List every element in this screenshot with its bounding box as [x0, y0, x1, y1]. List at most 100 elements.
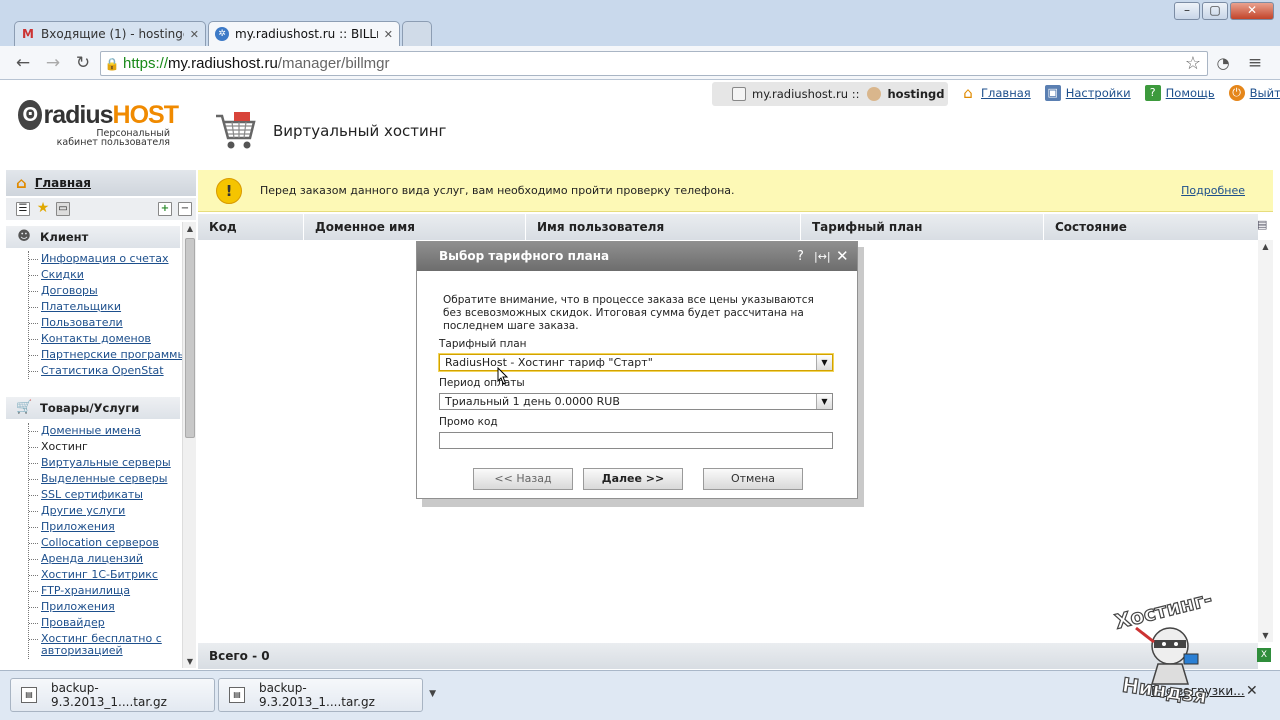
column-domain[interactable]: Доменное имя — [304, 214, 526, 240]
logout-icon: ⏻ — [1228, 85, 1245, 101]
expand-all-icon[interactable]: + — [158, 202, 172, 216]
dialog-header[interactable]: Выбор тарифного плана ? |↔| ✕ — [417, 242, 857, 271]
phone-verification-banner: ! Перед заказом данного вида услуг, вам … — [198, 170, 1273, 212]
nav-logout[interactable]: ⏻ Выйти — [1228, 85, 1280, 101]
sidebar-item-collocation[interactable]: Collocation серверов — [29, 535, 178, 551]
hosting-ninja-watermark: Хостинг- Ниндзя — [1112, 586, 1215, 709]
scroll-up-icon[interactable]: ▲ — [1258, 242, 1273, 251]
sidebar-group-client[interactable]: ☻ Клиент — [6, 226, 180, 248]
period-label: Период оплаты — [439, 377, 525, 389]
download-item[interactable]: ▤ backup-9.3.2013_1....tar.gz ▼ — [218, 678, 436, 712]
new-tab-button[interactable] — [402, 21, 432, 46]
excel-export-icon[interactable]: X — [1257, 648, 1271, 662]
favorites-star-icon[interactable]: ★ — [36, 201, 50, 216]
nav-settings[interactable]: ▣ Настройки — [1044, 85, 1131, 101]
chevron-down-icon[interactable]: ▼ — [816, 355, 832, 370]
sidebar-item-partner-programs[interactable]: Партнерские программы — [29, 347, 186, 363]
sidebar-item-apps[interactable]: Приложения — [29, 519, 178, 535]
radiushost-logo[interactable]: ʘ radius HOST Персональный кабинет пользов… — [18, 100, 179, 154]
column-username[interactable]: Имя пользователя — [526, 214, 801, 240]
sidebar-item-discounts[interactable]: Скидки — [29, 267, 178, 283]
nav-home[interactable]: ⌂ Главная — [960, 85, 1030, 101]
sidebar-home[interactable]: ⌂ Главная — [6, 170, 196, 196]
tab-gmail[interactable]: M Входящие (1) - hostingde ✕ — [14, 21, 206, 46]
cart-icon: 🛒 — [16, 400, 33, 415]
resize-icon[interactable]: |↔| — [814, 242, 831, 271]
scroll-down-icon[interactable]: ▼ — [183, 657, 197, 666]
maximize-icon[interactable]: ▢ — [1202, 2, 1228, 20]
sidebar-item-bitrix[interactable]: Хостинг 1С-Битрикс — [29, 567, 178, 583]
sidebar-item-licenses[interactable]: Аренда лицензий — [29, 551, 178, 567]
promo-code-input[interactable] — [439, 432, 833, 449]
back-button[interactable]: << Назад — [473, 468, 573, 490]
sidebar-item-vps[interactable]: Виртуальные серверы — [29, 455, 178, 471]
cancel-button[interactable]: Отмена — [703, 468, 803, 490]
toolbox-icon[interactable]: ▭ — [56, 202, 70, 216]
user-icon — [867, 87, 882, 101]
sidebar-item-free-hosting[interactable]: Хостинг бесплатно с авторизацией — [29, 631, 178, 659]
address-bar[interactable]: 🔒 https://my.radiushost.ru/manager/billm… — [100, 51, 1208, 76]
sidebar-item-ftp[interactable]: FTP-хранилища — [29, 583, 178, 599]
minimize-icon[interactable]: – — [1174, 2, 1200, 20]
sidebar-item-invoices[interactable]: Информация о счетах — [29, 251, 178, 267]
warning-icon: ! — [216, 177, 242, 204]
sidebar-item-hosting[interactable]: Хостинг — [29, 439, 178, 455]
close-icon[interactable]: ✕ — [1246, 683, 1258, 699]
sidebar-scrollbar[interactable]: ▲ ▼ — [182, 222, 196, 668]
table-settings-icon[interactable]: ▤ — [1257, 218, 1271, 234]
close-icon[interactable]: ✕ — [836, 242, 849, 271]
downloads-bar: ▤ backup-9.3.2013_1....tar.gz ▼ ▤ backup… — [0, 670, 1280, 720]
collapse-all-icon[interactable]: − — [178, 202, 192, 216]
logo-accent: HOST — [112, 100, 179, 129]
list-view-icon[interactable]: ☰ — [16, 202, 30, 216]
nav-logout-label: Выйти — [1249, 86, 1280, 100]
reload-icon[interactable]: ↻ — [72, 52, 94, 74]
page-title: Виртуальный хостинг — [273, 122, 447, 140]
window-close-icon[interactable]: ✕ — [1230, 2, 1274, 20]
nav-help[interactable]: ? Помощь — [1144, 85, 1215, 101]
sidebar-item-provider[interactable]: Провайдер — [29, 615, 178, 631]
logo-sub-2: кабинет пользователя — [56, 137, 170, 148]
tariff-plan-dialog: Выбор тарифного плана ? |↔| ✕ Обратите в… — [416, 241, 858, 499]
period-select[interactable]: Триальный 1 день 0.0000 RUB ▼ — [439, 393, 833, 410]
sidebar-item-apps-2[interactable]: Приложения — [29, 599, 178, 615]
mouse-cursor-icon — [497, 367, 509, 385]
top-nav: ⌂ Главная ▣ Настройки ? Помощь ⏻ Выйти — [960, 85, 1280, 101]
sidebar-item-contracts[interactable]: Договоры — [29, 283, 178, 299]
sidebar-item-payers[interactable]: Плательщики — [29, 299, 178, 315]
sidebar-item-openstat[interactable]: Статистика OpenStat — [29, 363, 178, 379]
close-icon[interactable]: ✕ — [384, 28, 393, 41]
sidebar-item-other-services[interactable]: Другие услуги — [29, 503, 178, 519]
download-filename: backup-9.3.2013_1....tar.gz — [258, 681, 375, 709]
close-icon[interactable]: ✕ — [190, 28, 199, 41]
products-list: Доменные имена Хостинг Виртуальные серве… — [28, 423, 178, 659]
group-label: Клиент — [40, 230, 89, 244]
sidebar-item-ssl[interactable]: SSL сертификаты — [29, 487, 178, 503]
forward-icon[interactable]: → — [42, 52, 64, 74]
menu-icon[interactable]: ≡ — [1244, 52, 1266, 74]
sidebar-item-dedicated[interactable]: Выделенные серверы — [29, 471, 178, 487]
sidebar-item-domains[interactable]: Доменные имена — [29, 423, 178, 439]
sidebar-group-products[interactable]: 🛒 Товары/Услуги — [6, 397, 180, 419]
clock-icon[interactable]: ◔ — [1212, 52, 1234, 74]
download-item[interactable]: ▤ backup-9.3.2013_1....tar.gz ▼ — [10, 678, 228, 712]
period-value: Триальный 1 день 0.0000 RUB — [445, 395, 620, 408]
scroll-thumb[interactable] — [185, 238, 195, 438]
back-icon[interactable]: ← — [12, 52, 34, 74]
chevron-down-icon[interactable]: ▼ — [429, 689, 436, 699]
sidebar-item-users[interactable]: Пользователи — [29, 315, 178, 331]
table-scrollbar[interactable]: ▲ ▼ — [1258, 240, 1273, 642]
column-code[interactable]: Код — [198, 214, 304, 240]
column-status[interactable]: Состояние — [1044, 214, 1258, 240]
chevron-down-icon[interactable]: ▼ — [816, 394, 832, 409]
next-button[interactable]: Далее >> — [583, 468, 683, 490]
scroll-down-icon[interactable]: ▼ — [1258, 631, 1273, 640]
sidebar-item-domain-contacts[interactable]: Контакты доменов — [29, 331, 178, 347]
banner-more-link[interactable]: Подробнее — [1181, 184, 1245, 197]
column-plan[interactable]: Тарифный план — [801, 214, 1044, 240]
scroll-up-icon[interactable]: ▲ — [183, 224, 197, 233]
tab-billmgr[interactable]: ✲ my.radiushost.ru :: BILLm ✕ — [208, 21, 400, 46]
help-icon[interactable]: ? — [797, 242, 804, 271]
bookmark-star-icon[interactable]: ☆ — [1185, 53, 1201, 74]
nav-settings-label: Настройки — [1065, 86, 1131, 100]
